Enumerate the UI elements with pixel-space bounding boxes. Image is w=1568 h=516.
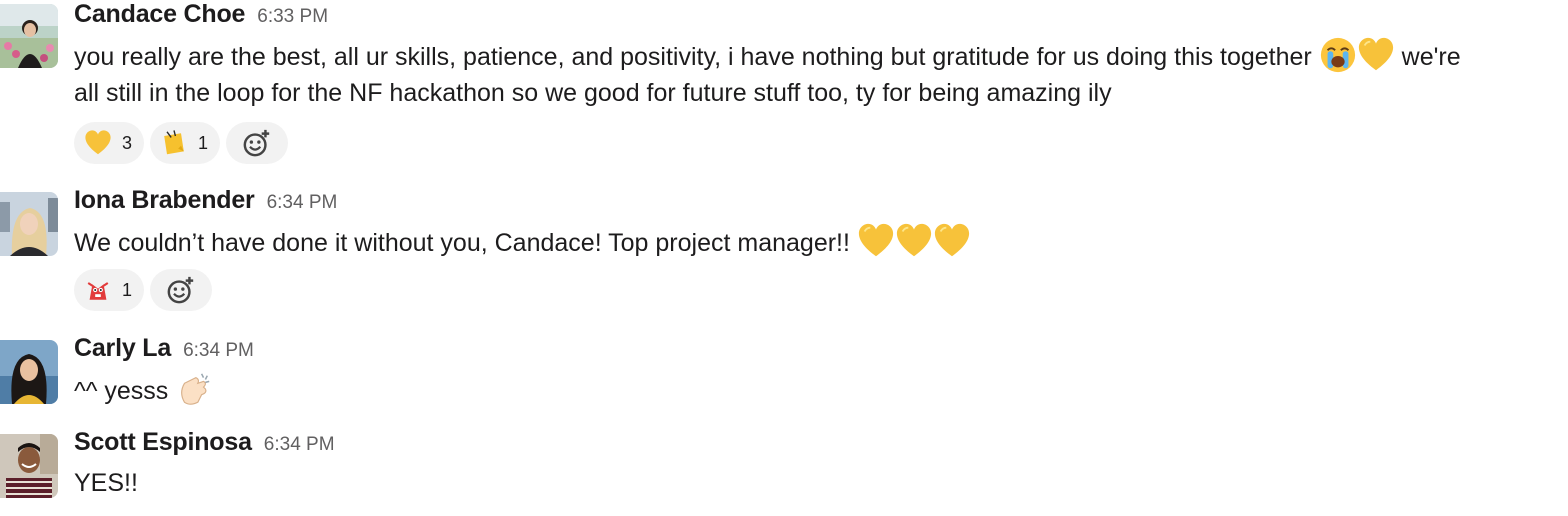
- author-name[interactable]: Carly La: [74, 334, 171, 362]
- avatar[interactable]: [0, 192, 58, 256]
- reaction-count: 1: [198, 132, 209, 153]
- reaction-custom-emoji[interactable]: 1: [150, 122, 221, 164]
- author-name[interactable]: Iona Brabender: [74, 186, 255, 214]
- message-header: Candace Choe 6:33 PM: [74, 0, 328, 29]
- message-header: Iona Brabender 6:34 PM: [74, 186, 337, 215]
- message-header: Scott Espinosa 6:34 PM: [74, 428, 335, 457]
- party-parrot-custom-icon: [87, 282, 109, 300]
- timestamp[interactable]: 6:34 PM: [264, 434, 335, 455]
- author-name[interactable]: Scott Espinosa: [74, 428, 252, 456]
- message-text-continuation: we're: [1401, 43, 1461, 71]
- reaction-count: 1: [122, 279, 133, 300]
- message-body: YES!!: [74, 464, 138, 502]
- add-reaction-icon: [167, 276, 194, 304]
- message-feed: Candace Choe 6:33 PM you really are the b…: [0, 0, 1568, 516]
- add-reaction-icon: [243, 129, 270, 157]
- message-text: YES!!: [74, 469, 138, 497]
- message-body: We couldn’t have done it without you, Ca…: [74, 222, 971, 262]
- reactions-bar: 3 1: [74, 122, 289, 164]
- yellow-heart-icon: [85, 130, 111, 155]
- avatar[interactable]: [0, 4, 58, 68]
- avatar[interactable]: [0, 434, 58, 498]
- message-body: ^^ yesss: [74, 370, 213, 410]
- timestamp[interactable]: 6:34 PM: [183, 340, 254, 361]
- message-text: We couldn’t have done it without you, Ca…: [74, 229, 850, 257]
- reactions-bar: 1: [74, 269, 213, 311]
- avatar-image: [0, 192, 58, 256]
- avatar-image: [0, 434, 58, 498]
- timestamp[interactable]: 6:34 PM: [267, 192, 338, 213]
- avatar-image: [0, 4, 58, 68]
- message-text: you really are the best, all ur skills, …: [74, 43, 1312, 71]
- yellow-heart-icon: [1357, 36, 1395, 74]
- author-name[interactable]: Candace Choe: [74, 0, 245, 28]
- add-reaction-button[interactable]: [150, 269, 213, 311]
- yellow-heart-icon: [857, 222, 895, 260]
- loudly-crying-face-icon: [1319, 36, 1357, 74]
- avatar[interactable]: [0, 340, 58, 404]
- add-reaction-button[interactable]: [226, 122, 289, 164]
- avatar-image: [0, 340, 58, 404]
- timestamp[interactable]: 6:33 PM: [257, 6, 328, 27]
- sticky-note-custom-icon: [164, 130, 184, 155]
- reaction-custom-emoji[interactable]: 1: [74, 269, 145, 311]
- yellow-heart-icon: [933, 222, 971, 260]
- reaction-yellow-heart[interactable]: 3: [74, 122, 145, 164]
- reaction-count: 3: [122, 132, 133, 153]
- message-header: Carly La 6:34 PM: [74, 334, 254, 363]
- yellow-heart-icon: [895, 222, 933, 260]
- message-text: all still in the loop for the NF hackath…: [74, 79, 1112, 107]
- clapping-hands-icon: [175, 370, 213, 408]
- message-body-line-2: all still in the loop for the NF hackath…: [74, 74, 1112, 112]
- message-body: you really are the best, all ur skills, …: [74, 36, 1461, 76]
- message-text: ^^ yesss: [74, 377, 169, 405]
